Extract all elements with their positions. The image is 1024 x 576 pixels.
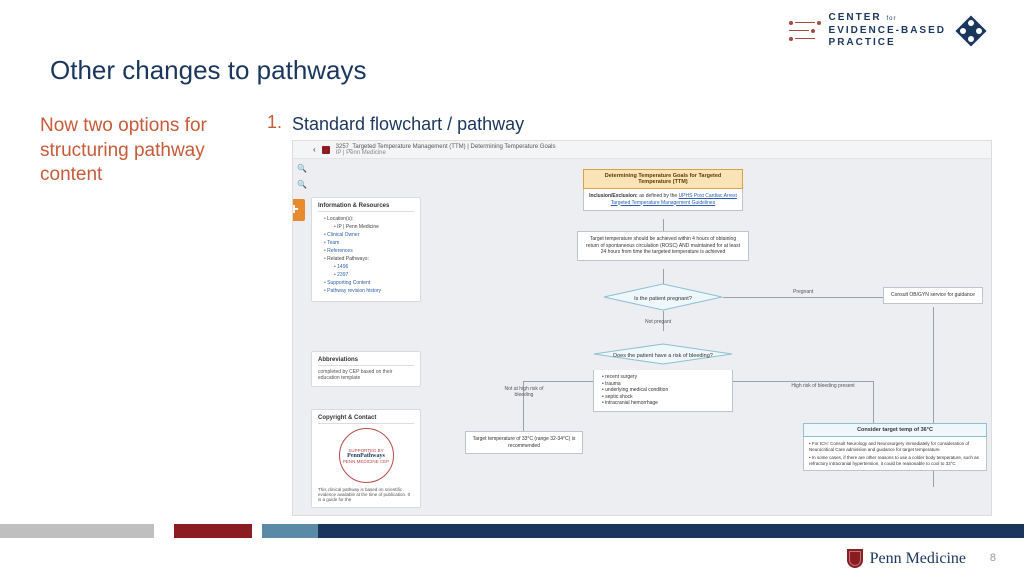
label-high-risk: High risk of bleeding present: [788, 383, 858, 389]
slide: CENTER for EVIDENCE-BASED PRACTICE Other…: [0, 0, 1024, 576]
flow-33c-node: Target temperature of 33°C (range 32-34°…: [465, 431, 583, 454]
tool-strip: 🔍 🔍: [297, 163, 307, 189]
flow-obgyn-node: Consult OB/GYN service for guidance: [883, 287, 983, 304]
flow-36c-title: Consider target temp of 36°C: [803, 423, 987, 437]
flow-inclusion-node: Inclusion/Exclusion: as defined by the U…: [583, 189, 743, 211]
related-link[interactable]: 2397: [334, 271, 414, 279]
stamp-bottom: PENN MEDICINE CEP: [343, 459, 389, 464]
incl-label: Inclusion/Exclusion:: [589, 193, 638, 199]
panel-abbr-body: completed by CEP based on their educatio…: [318, 369, 414, 381]
loc-value: IP | Penn Medicine: [334, 223, 414, 231]
penn-shield-icon: [322, 146, 330, 154]
cep-line3: PRACTICE: [829, 37, 946, 50]
panel-info-header: Information & Resources: [318, 203, 414, 212]
cep-logo-text: CENTER for EVIDENCE-BASED PRACTICE: [829, 12, 946, 50]
zoom-in-icon[interactable]: 🔍: [297, 163, 307, 173]
decision-pregnant: Is the patient pregnant?: [603, 283, 723, 311]
loc-label: Location(s):: [324, 215, 414, 223]
pathway-screenshot: ‹ 3257_Targeted Temperature Management (…: [292, 140, 992, 516]
footer-logo: Penn Medicine: [847, 549, 966, 568]
zoom-out-icon[interactable]: 🔍: [297, 179, 307, 189]
label-not-high-risk: Not at high risk of bleeding: [495, 386, 553, 398]
list-number: 1.: [267, 112, 282, 133]
cep-logo: CENTER for EVIDENCE-BASED PRACTICE: [789, 12, 988, 50]
screenshot-titlebar: ‹ 3257_Targeted Temperature Management (…: [293, 141, 991, 159]
panel-copyright: Copyright & Contact SUPPORTED BY PennPat…: [311, 409, 421, 508]
panel-abbreviations: Abbreviations completed by CEP based on …: [311, 351, 421, 387]
incl-text: as defined by the: [639, 193, 678, 199]
label-not-pregnant: Not pregant: [645, 319, 671, 325]
flow-36c-body: • For ICH: Consult Neurology and Neurosu…: [803, 437, 987, 471]
flow-target-temp-node: Target temperature should be achieved wi…: [577, 231, 749, 261]
cep-line2: EVIDENCE-BASED: [829, 25, 946, 38]
panel-abbr-header: Abbreviations: [318, 357, 414, 366]
back-chevron-icon[interactable]: ‹: [313, 145, 316, 154]
penn-shield-icon: [847, 549, 863, 568]
slide-title: Other changes to pathways: [50, 55, 367, 86]
decision-bleeding: Does the patient have a risk of bleeding…: [593, 343, 733, 365]
decor-stripe: [0, 524, 1024, 538]
flow-title-node: Determining Temperature Goals for Target…: [583, 169, 743, 189]
related-link[interactable]: 1496: [334, 263, 414, 271]
slide-subtitle: Now two options for structuring pathway …: [40, 114, 230, 188]
cep-diamond-icon: [954, 14, 988, 48]
footer-brand: Penn Medicine: [870, 550, 966, 568]
info-link[interactable]: Pathway revision history: [324, 287, 414, 295]
related-label: Related Pathways:: [324, 255, 414, 263]
panel-copy-body: This clinical pathway is based on scient…: [318, 487, 414, 502]
pennpathways-stamp: SUPPORTED BY PennPathways PENN MEDICINE …: [339, 428, 394, 483]
info-link[interactable]: Team: [324, 239, 414, 247]
list-item-text: Standard flowchart / pathway: [292, 114, 524, 135]
cep-line1: CENTER: [829, 12, 882, 23]
info-link[interactable]: References: [324, 247, 414, 255]
add-icon[interactable]: +: [292, 199, 305, 221]
cep-line1-sub: for: [886, 16, 896, 22]
svg-text:Does the patient have a risk o: Does the patient have a risk of bleeding…: [613, 353, 713, 359]
info-link[interactable]: Clinical Owner: [324, 231, 414, 239]
label-pregnant: Pregnant: [793, 289, 813, 295]
doc-subtitle: IP | Penn Medicine: [336, 150, 556, 156]
cep-logo-bars: [789, 21, 821, 41]
page-number: 8: [990, 552, 996, 564]
panel-information: Information & Resources Location(s): IP …: [311, 197, 421, 302]
svg-text:Is the patient pregnant?: Is the patient pregnant?: [634, 296, 692, 302]
info-link[interactable]: Supporting Content: [324, 279, 414, 287]
bleed-item-list: • recent surgery • trauma • underlying m…: [593, 370, 733, 412]
panel-copy-header: Copyright & Contact: [318, 415, 414, 424]
